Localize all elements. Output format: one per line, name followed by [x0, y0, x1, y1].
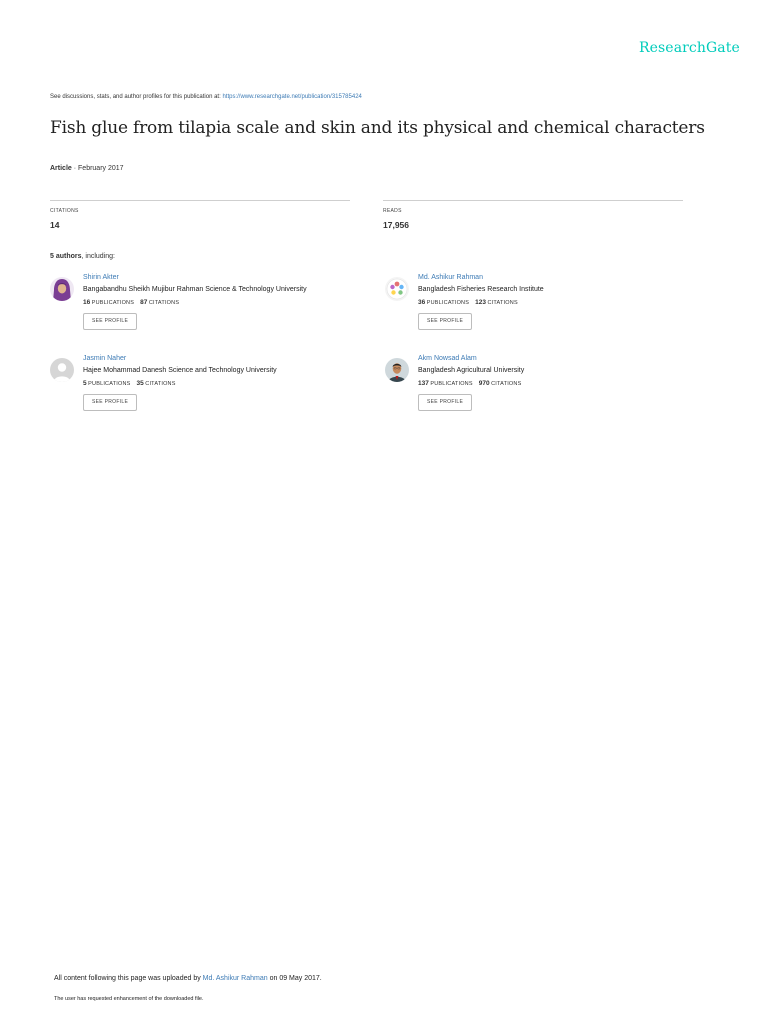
citations-stat: CITATIONS 14 — [50, 200, 350, 230]
publications-label: PUBLICATIONS — [91, 300, 135, 306]
author-name-link[interactable]: Jasmin Naher — [83, 355, 373, 362]
publications-count: 5 — [83, 380, 87, 387]
upload-note: All content following this page was uplo… — [54, 975, 322, 982]
logo-avatar-icon[interactable] — [385, 277, 409, 301]
author-name-link[interactable]: Akm Nowsad Alam — [418, 355, 708, 362]
enhancement-note: The user has requested enhancement of th… — [54, 996, 204, 1002]
publications-count: 36 — [418, 299, 426, 306]
see-profile-button[interactable]: SEE PROFILE — [83, 313, 138, 330]
author-stats: 16 PUBLICATIONS 87 CITATIONS — [83, 299, 373, 306]
publications-label: PUBLICATIONS — [88, 381, 131, 387]
citations-count: 14 — [50, 220, 60, 230]
publication-link[interactable]: https://www.researchgate.net/publication… — [222, 94, 361, 100]
discussion-prefix: See discussions, stats, and author profi… — [50, 94, 223, 100]
authors-heading: 5 authors, including: — [50, 253, 115, 260]
citations-label: CITATIONS — [487, 300, 518, 306]
citations-count: 123 — [475, 299, 486, 306]
author-name-link[interactable]: Shirin Akter — [83, 274, 373, 281]
citations-count: 35 — [136, 380, 144, 387]
author-name-link[interactable]: Md. Ashikur Rahman — [418, 274, 708, 281]
reads-stat: READS 17,956 — [383, 200, 683, 230]
author-stats: 5 PUBLICATIONS 35 CITATIONS — [83, 380, 373, 387]
reads-count: 17,956 — [383, 220, 409, 230]
author-stats: 137 PUBLICATIONS 970 CITATIONS — [418, 380, 708, 387]
publication-title: Fish glue from tilapia scale and skin an… — [50, 118, 705, 138]
authors-suffix: , including: — [81, 253, 115, 260]
reads-label: READS — [383, 208, 402, 214]
citations-label: CITATIONS — [145, 381, 176, 387]
uploader-link[interactable]: Md. Ashikur Rahman — [203, 975, 268, 982]
publications-count: 16 — [83, 299, 91, 306]
citations-count: 87 — [140, 299, 148, 306]
man-photo-avatar-icon[interactable] — [385, 358, 409, 382]
see-profile-button[interactable]: SEE PROFILE — [418, 313, 473, 330]
author-institution: Bangabandhu Sheikh Mujibur Rahman Scienc… — [83, 286, 307, 293]
publication-date: · February 2017 — [73, 165, 124, 172]
woman-hijab-avatar-icon[interactable] — [50, 277, 74, 301]
author-stats: 36 PUBLICATIONS 123 CITATIONS — [418, 299, 708, 306]
publication-type: Article — [50, 165, 72, 172]
discussion-line: See discussions, stats, and author profi… — [50, 94, 362, 100]
publications-label: PUBLICATIONS — [426, 300, 470, 306]
upload-suffix: on 09 May 2017. — [267, 975, 322, 982]
citations-label: CITATIONS — [50, 208, 79, 214]
citations-count: 970 — [478, 380, 490, 387]
publications-count: 137 — [418, 380, 429, 387]
author-institution: Hajee Mohammad Danesh Science and Techno… — [83, 367, 277, 374]
author-institution: Bangladesh Fisheries Research Institute — [418, 286, 544, 293]
default-avatar-icon[interactable] — [50, 358, 74, 382]
researchgate-logo[interactable]: ResearchGate — [639, 40, 740, 56]
upload-prefix: All content following this page was uplo… — [54, 975, 203, 982]
citations-label: CITATIONS — [491, 381, 522, 387]
publication-meta: Article · February 2017 — [50, 165, 124, 172]
authors-count: 5 authors — [50, 253, 82, 260]
publications-label: PUBLICATIONS — [430, 381, 473, 387]
citations-label: CITATIONS — [148, 300, 180, 306]
author-institution: Bangladesh Agricultural University — [418, 367, 525, 374]
see-profile-button[interactable]: SEE PROFILE — [418, 394, 473, 411]
see-profile-button[interactable]: SEE PROFILE — [83, 394, 138, 411]
